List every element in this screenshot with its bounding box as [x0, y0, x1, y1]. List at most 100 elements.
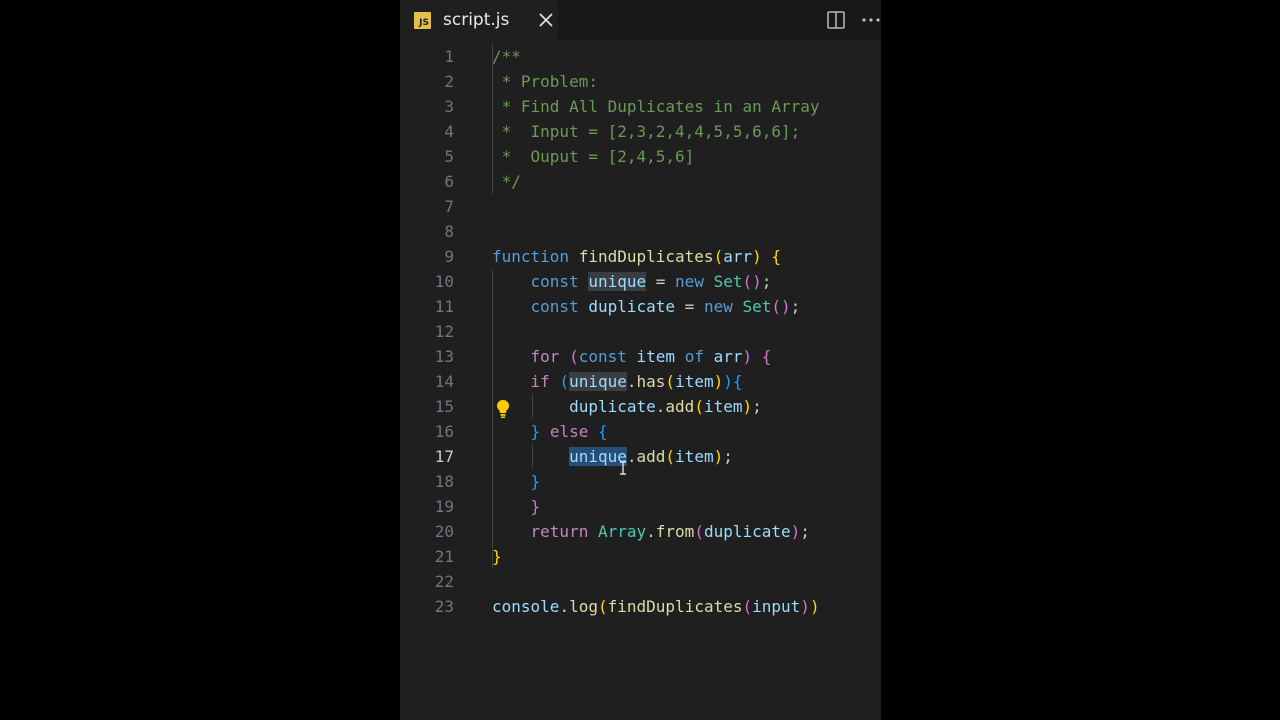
code-line[interactable]: 10 const unique = new Set();	[400, 269, 881, 294]
code-token: ;	[790, 297, 801, 316]
line-number: 3	[444, 97, 454, 116]
code-token: return	[530, 522, 589, 541]
code-line[interactable]: 11 const duplicate = new Set();	[400, 294, 881, 319]
line-number: 14	[434, 372, 454, 391]
code-line[interactable]: 19 }	[400, 494, 881, 519]
code-line[interactable]: 14 if (unique.has(item)){	[400, 369, 881, 394]
code-token: )	[742, 347, 753, 366]
code-text: } else {	[492, 419, 608, 444]
code-token: (	[665, 372, 676, 391]
code-token: duplicate	[588, 297, 676, 316]
code-token: ()	[771, 297, 791, 316]
code-token: (	[742, 597, 753, 616]
code-line[interactable]: 1 /**	[400, 44, 881, 69]
tab-script-js[interactable]: JS script.js	[400, 0, 558, 40]
code-line[interactable]: 4 * Input = [2,3,2,4,4,5,5,6,6];	[400, 119, 881, 144]
code-token: from	[655, 522, 695, 541]
code-line[interactable]: 22	[400, 569, 881, 594]
code-token: findDuplicates	[607, 597, 743, 616]
code-line[interactable]: 9 function findDuplicates(arr) {	[400, 244, 881, 269]
code-token: for	[530, 347, 560, 366]
line-number: 20	[434, 522, 454, 541]
indent-guide	[492, 269, 493, 569]
indent-guide	[492, 44, 493, 194]
code-text: * Ouput = [2,4,5,6]	[492, 144, 695, 169]
code-line[interactable]: 12	[400, 319, 881, 344]
tab-label: script.js	[443, 10, 510, 30]
code-token: =	[675, 297, 704, 316]
code-line[interactable]: 7	[400, 194, 881, 219]
indent-guide	[532, 394, 533, 419]
code-token: input	[752, 597, 801, 616]
line-number: 2	[444, 72, 454, 91]
code-line[interactable]: 16 } else {	[400, 419, 881, 444]
code-token: unique	[588, 272, 647, 291]
code-token: item	[703, 397, 743, 416]
code-line[interactable]: 23 console.log(findDuplicates(input))	[400, 594, 881, 619]
code-line[interactable]: 18 }	[400, 469, 881, 494]
code-token: ;	[761, 272, 772, 291]
code-token: )	[790, 522, 801, 541]
code-token: item	[675, 372, 714, 391]
code-token: * Ouput = [2,4,5,6]	[492, 147, 695, 166]
code-line[interactable]: 5 * Ouput = [2,4,5,6]	[400, 144, 881, 169]
code-token: new	[703, 297, 733, 316]
code-token: has	[636, 372, 666, 391]
code-text: for (const item of arr) {	[492, 344, 772, 369]
code-text: * Find All Duplicates in an Array	[492, 94, 820, 119]
split-editor-icon[interactable]	[826, 10, 846, 30]
code-token: }	[530, 497, 541, 516]
more-actions-icon[interactable]	[861, 10, 881, 30]
code-text: const duplicate = new Set();	[492, 294, 801, 319]
code-token: ;	[723, 447, 733, 466]
code-token: console	[492, 597, 560, 616]
code-token: const	[530, 272, 579, 291]
code-editor[interactable]: JS script.js 1/** 2 * Problem: 3 * Find Al…	[400, 0, 881, 720]
line-number: 23	[434, 597, 454, 616]
code-token: )	[800, 597, 810, 616]
code-token: {	[732, 372, 743, 391]
code-line[interactable]: 3 * Find All Duplicates in an Array	[400, 94, 881, 119]
line-number: 4	[444, 122, 454, 141]
code-line[interactable]: 8	[400, 219, 881, 244]
code-token: ;	[752, 397, 762, 416]
code-token: arr	[713, 347, 743, 366]
code-token: .	[626, 372, 637, 391]
code-line[interactable]: 21}	[400, 544, 881, 569]
code-token: (	[665, 447, 676, 466]
lightbulb-icon[interactable]	[496, 399, 510, 419]
code-line[interactable]: 6 */	[400, 169, 881, 194]
code-token: unique	[569, 372, 627, 391]
code-line[interactable]: 20 return Array.from(duplicate);	[400, 519, 881, 544]
code-token: of	[684, 347, 704, 366]
code-line[interactable]: 2 * Problem:	[400, 69, 881, 94]
code-token: {	[597, 422, 608, 441]
close-icon[interactable]	[536, 10, 556, 30]
code-line[interactable]: 13 for (const item of arr) {	[400, 344, 881, 369]
code-token: (	[713, 247, 724, 266]
line-number: 5	[444, 147, 454, 166]
code-text: return Array.from(duplicate);	[492, 519, 810, 544]
code-token: }	[492, 547, 502, 566]
code-token: (	[694, 397, 704, 416]
code-token: add	[665, 397, 695, 416]
line-number: 18	[434, 472, 454, 491]
line-number: 16	[434, 422, 454, 441]
code-text: unique.add(item);	[492, 444, 733, 469]
code-line[interactable]: 15 duplicate.add(item);	[400, 394, 881, 419]
code-line[interactable]: 17 unique.add(item);	[400, 444, 881, 469]
code-token: )	[713, 447, 724, 466]
tab-bar: JS script.js	[400, 0, 881, 40]
code-token: Set	[713, 272, 743, 291]
